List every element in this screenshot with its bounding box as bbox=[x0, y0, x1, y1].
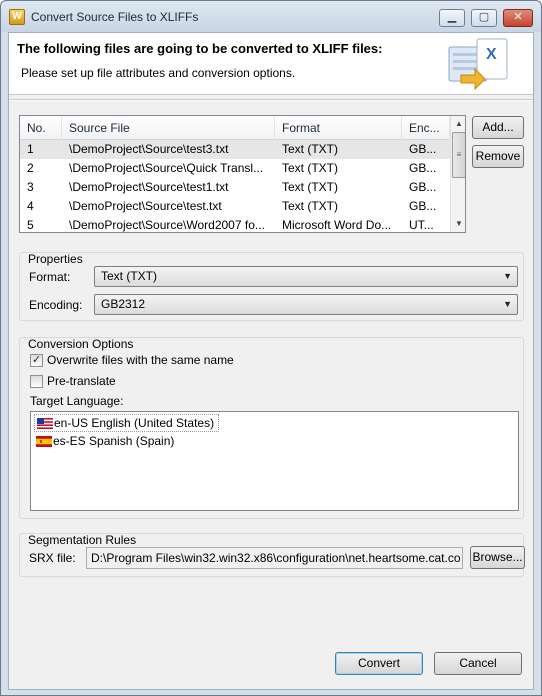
remove-file-button[interactable]: Remove bbox=[472, 145, 524, 168]
language-item-es-es[interactable]: es-ES Spanish (Spain) bbox=[34, 433, 178, 451]
cell-source-file: \DemoProject\Source\test1.txt bbox=[69, 180, 229, 194]
chevron-down-icon: ▼ bbox=[503, 299, 512, 309]
segmentation-rules-title: Segmentation Rules bbox=[28, 533, 137, 547]
table-row[interactable]: 3 \DemoProject\Source\test1.txt Text (TX… bbox=[20, 178, 450, 197]
scroll-up-icon[interactable]: ▲ bbox=[451, 116, 465, 132]
source-files-table[interactable]: No. Source File Format Enc... 1 \DemoPro… bbox=[19, 115, 466, 233]
cell-no: 5 bbox=[27, 218, 34, 232]
browse-button[interactable]: Browse... bbox=[470, 546, 525, 569]
add-file-button[interactable]: Add... bbox=[472, 116, 524, 139]
encoding-label: Encoding: bbox=[29, 298, 83, 312]
column-header-encoding[interactable]: Enc... bbox=[402, 116, 450, 140]
pretranslate-checkbox[interactable] bbox=[30, 375, 43, 388]
target-language-label: Target Language: bbox=[30, 394, 124, 408]
cell-source-file: \DemoProject\Source\Word2007 fo... bbox=[69, 218, 265, 232]
language-label: en-US English (United States) bbox=[54, 416, 215, 430]
pretranslate-checkbox-row[interactable]: Pre-translate bbox=[30, 373, 150, 389]
encoding-select-value: GB2312 bbox=[101, 297, 146, 311]
convert-button[interactable]: Convert bbox=[335, 652, 423, 675]
overwrite-checkbox[interactable]: ✓ bbox=[30, 354, 43, 367]
table-row[interactable]: 2 \DemoProject\Source\Quick Transl... Te… bbox=[20, 159, 450, 178]
srx-file-field[interactable]: D:\Program Files\win32.win32.x86\configu… bbox=[86, 547, 463, 569]
segmentation-rules-group: Segmentation Rules SRX file: D:\Program … bbox=[19, 533, 525, 577]
dialog-header: The following files are going to be conv… bbox=[9, 33, 533, 95]
pretranslate-label: Pre-translate bbox=[47, 374, 116, 388]
minimize-button[interactable]: ▁ bbox=[439, 9, 465, 27]
header-subtitle: Please set up file attributes and conver… bbox=[21, 66, 296, 80]
close-button[interactable]: ✕ bbox=[503, 9, 533, 27]
cell-format: Microsoft Word Do... bbox=[282, 218, 392, 232]
title-bar[interactable]: W Convert Source Files to XLIFFs ▁ ▢ ✕ bbox=[1, 1, 541, 32]
column-header-source-file[interactable]: Source File bbox=[62, 116, 275, 140]
app-icon: W bbox=[9, 9, 25, 25]
cell-no: 2 bbox=[27, 161, 34, 175]
cell-source-file: \DemoProject\Source\Quick Transl... bbox=[69, 161, 264, 175]
cell-encoding: GB... bbox=[409, 199, 437, 213]
column-header-format[interactable]: Format bbox=[275, 116, 402, 140]
cell-no: 4 bbox=[27, 199, 34, 213]
svg-text:X: X bbox=[486, 46, 497, 63]
dialog-client-area: The following files are going to be conv… bbox=[8, 32, 534, 690]
language-label: es-ES Spanish (Spain) bbox=[53, 434, 175, 448]
cell-encoding: GB... bbox=[409, 161, 437, 175]
cell-source-file: \DemoProject\Source\test3.txt bbox=[69, 142, 229, 156]
cell-format: Text (TXT) bbox=[282, 142, 338, 156]
cell-encoding: GB... bbox=[409, 180, 437, 194]
table-row[interactable]: 5 \DemoProject\Source\Word2007 fo... Mic… bbox=[20, 216, 450, 232]
chevron-down-icon: ▼ bbox=[503, 271, 512, 281]
overwrite-checkbox-row[interactable]: ✓ Overwrite files with the same name bbox=[30, 352, 290, 368]
srx-file-label: SRX file: bbox=[29, 551, 76, 565]
es-flag-icon bbox=[36, 436, 52, 447]
cell-source-file: \DemoProject\Source\test.txt bbox=[69, 199, 222, 213]
cell-no: 1 bbox=[27, 142, 34, 156]
table-row[interactable]: 1 \DemoProject\Source\test3.txt Text (TX… bbox=[20, 140, 450, 159]
language-item-en-us[interactable]: en-US English (United States) bbox=[34, 414, 220, 432]
format-label: Format: bbox=[29, 270, 71, 284]
table-header: No. Source File Format Enc... bbox=[20, 116, 450, 140]
us-flag-icon bbox=[37, 418, 53, 429]
table-vertical-scrollbar[interactable]: ▲ ≡ ▼ bbox=[450, 116, 465, 232]
cell-encoding: UT... bbox=[409, 218, 434, 232]
scroll-down-icon[interactable]: ▼ bbox=[451, 216, 465, 232]
xliff-conversion-icon: X bbox=[448, 38, 508, 91]
cell-format: Text (TXT) bbox=[282, 180, 338, 194]
target-language-list[interactable]: en-US English (United States) es-ES Span… bbox=[30, 411, 519, 511]
header-title: The following files are going to be conv… bbox=[17, 41, 383, 56]
table-row[interactable]: 4 \DemoProject\Source\test.txt Text (TXT… bbox=[20, 197, 450, 216]
cell-format: Text (TXT) bbox=[282, 161, 338, 175]
window-title: Convert Source Files to XLIFFs bbox=[31, 10, 199, 24]
cell-encoding: GB... bbox=[409, 142, 437, 156]
column-header-no[interactable]: No. bbox=[20, 116, 62, 140]
cell-format: Text (TXT) bbox=[282, 199, 338, 213]
encoding-select[interactable]: GB2312 ▼ bbox=[94, 294, 518, 315]
cell-no: 3 bbox=[27, 180, 34, 194]
format-select[interactable]: Text (TXT) ▼ bbox=[94, 266, 518, 287]
properties-group-title: Properties bbox=[28, 252, 83, 266]
overwrite-label: Overwrite files with the same name bbox=[47, 353, 234, 367]
header-separator bbox=[9, 99, 533, 101]
conversion-options-group: Conversion Options ✓ Overwrite files wit… bbox=[19, 337, 524, 519]
properties-group: Properties Format: Text (TXT) ▼ Encoding… bbox=[19, 252, 524, 321]
dialog-window: W Convert Source Files to XLIFFs ▁ ▢ ✕ T… bbox=[0, 0, 542, 696]
conversion-options-title: Conversion Options bbox=[28, 337, 134, 351]
maximize-button[interactable]: ▢ bbox=[471, 9, 497, 27]
cancel-button[interactable]: Cancel bbox=[434, 652, 522, 675]
scroll-thumb[interactable]: ≡ bbox=[452, 132, 465, 178]
format-select-value: Text (TXT) bbox=[101, 269, 157, 283]
